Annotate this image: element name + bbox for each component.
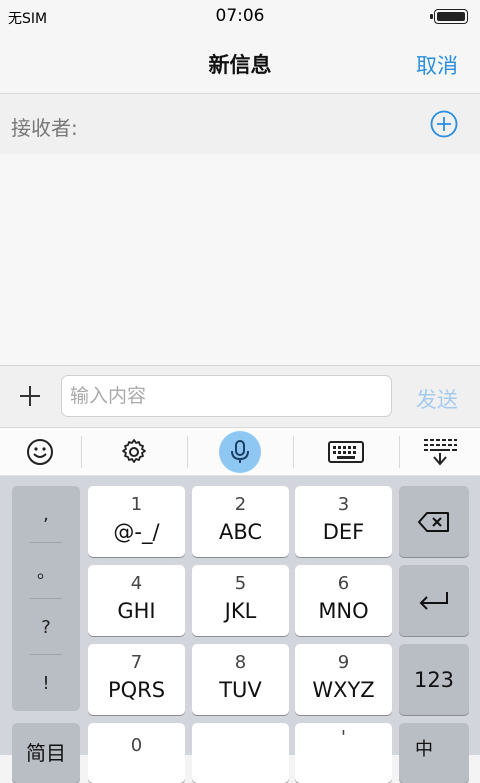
battery-icon [430, 9, 468, 24]
key-letters: DEF [322, 520, 365, 544]
key-0[interactable]: 0 [88, 723, 185, 783]
punctuation-column[interactable]: , 。 ? ! [12, 486, 80, 711]
keyboard-toolbar [0, 428, 480, 476]
key-3[interactable]: 3 DEF [295, 486, 392, 557]
key-1[interactable]: 1 @-_/ [88, 486, 185, 557]
recipient-label: 接收者: [11, 116, 78, 140]
key-number: 2 [234, 494, 247, 515]
bottom-left-key[interactable]: 简目 [12, 723, 80, 783]
numeric-toggle-key[interactable]: 123 [399, 644, 469, 715]
key-number: 7 [130, 652, 143, 673]
key-number: 5 [234, 573, 247, 594]
gear-icon[interactable] [82, 428, 186, 476]
nav-bar: 新信息 取消 [0, 32, 480, 94]
key-letters: @-_/ [113, 520, 160, 544]
return-icon [419, 591, 448, 610]
key-symbol: ' [341, 727, 346, 748]
status-time: 07:06 [215, 6, 265, 26]
keyboard-icon[interactable] [294, 428, 398, 476]
key-number: 4 [130, 573, 143, 594]
return-key[interactable] [399, 565, 469, 636]
key-number: 0 [130, 735, 143, 756]
microphone-button[interactable] [188, 428, 292, 476]
key-8[interactable]: 8 TUV [192, 644, 289, 715]
key-number: 3 [337, 494, 350, 515]
punct-key[interactable]: ! [12, 655, 80, 711]
key-letters: GHI [117, 599, 156, 623]
message-input[interactable] [61, 375, 392, 417]
plus-icon[interactable] [18, 384, 42, 408]
composer-bar: 发送 [0, 366, 480, 428]
emoji-icon[interactable] [0, 428, 80, 476]
microphone-icon [219, 431, 261, 473]
key-number: 1 [130, 494, 143, 515]
punct-key[interactable]: , [12, 486, 80, 542]
status-bar: 无SIM 07:06 [0, 0, 480, 32]
plus-circle-icon[interactable] [430, 110, 458, 138]
page-title: 新信息 [208, 53, 272, 77]
language-label: 中 [415, 739, 433, 760]
key-letters: TUV [219, 678, 262, 702]
recipient-row[interactable]: 接收者: [0, 94, 480, 154]
key-letters: WXYZ [312, 678, 375, 702]
send-button[interactable]: 发送 [416, 384, 458, 414]
key-number: 8 [234, 652, 247, 673]
backspace-icon [418, 511, 449, 532]
key-6[interactable]: 6 MNO [295, 565, 392, 636]
key-9[interactable]: 9 WXYZ [295, 644, 392, 715]
key-letters: JKL [224, 599, 257, 623]
backspace-key[interactable] [399, 486, 469, 557]
key-4[interactable]: 4 GHI [88, 565, 185, 636]
punct-key[interactable]: ? [12, 599, 80, 655]
punct-key[interactable]: 。 [12, 543, 80, 599]
key-5[interactable]: 5 JKL [192, 565, 289, 636]
key-2[interactable]: 2 ABC [192, 486, 289, 557]
keyboard: , 。 ? ! 1 @-_/ 2 ABC 3 DEF 4 GHI 5 JKL 6… [0, 476, 480, 783]
hide-keyboard-icon[interactable] [400, 428, 480, 476]
key-letters: PQRS [107, 678, 166, 702]
key-7[interactable]: 7 PQRS [88, 644, 185, 715]
bottom-left-label: 简目 [26, 741, 66, 765]
key-letters: ABC [218, 520, 263, 544]
message-area [0, 154, 480, 366]
key-number: 9 [337, 652, 350, 673]
cancel-button[interactable]: 取消 [416, 50, 458, 80]
space-key[interactable] [192, 723, 289, 783]
apostrophe-key[interactable]: ' [295, 723, 392, 783]
key-number: 6 [337, 573, 350, 594]
numeric-toggle-label: 123 [413, 667, 455, 692]
language-toggle-key[interactable]: 中 [399, 723, 469, 783]
key-letters: MNO [318, 599, 369, 623]
